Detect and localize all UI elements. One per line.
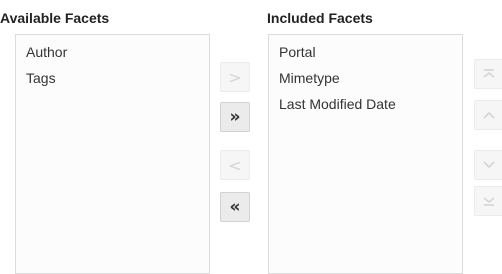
included-facets-heading: Included Facets (267, 10, 373, 26)
chevron-down-icon (483, 161, 495, 169)
move-to-bottom-button[interactable] (474, 186, 502, 216)
double-chevron-left-icon: « (229, 197, 241, 217)
available-facet-item[interactable]: Author (16, 39, 209, 65)
move-to-top-icon (483, 69, 495, 78)
included-facet-item[interactable]: Portal (269, 39, 462, 65)
move-all-right-button[interactable]: » (220, 102, 250, 132)
move-all-left-button[interactable]: « (220, 192, 250, 222)
chevron-right-icon: > (228, 67, 242, 87)
included-facets-list[interactable]: Portal Mimetype Last Modified Date (268, 34, 463, 274)
move-to-top-button[interactable] (474, 59, 502, 89)
included-facet-item[interactable]: Mimetype (269, 65, 462, 91)
move-up-button[interactable] (474, 100, 502, 130)
double-chevron-right-icon: » (229, 107, 241, 127)
available-facets-list[interactable]: Author Tags (15, 34, 210, 274)
move-left-button[interactable]: < (220, 150, 250, 180)
move-to-bottom-icon (483, 197, 495, 206)
move-right-button[interactable]: > (220, 62, 250, 92)
available-facets-heading: Available Facets (0, 10, 110, 26)
available-facet-item[interactable]: Tags (16, 65, 209, 91)
chevron-up-icon (483, 111, 495, 119)
move-down-button[interactable] (474, 150, 502, 180)
included-facet-item[interactable]: Last Modified Date (269, 91, 462, 117)
chevron-left-icon: < (228, 155, 242, 175)
